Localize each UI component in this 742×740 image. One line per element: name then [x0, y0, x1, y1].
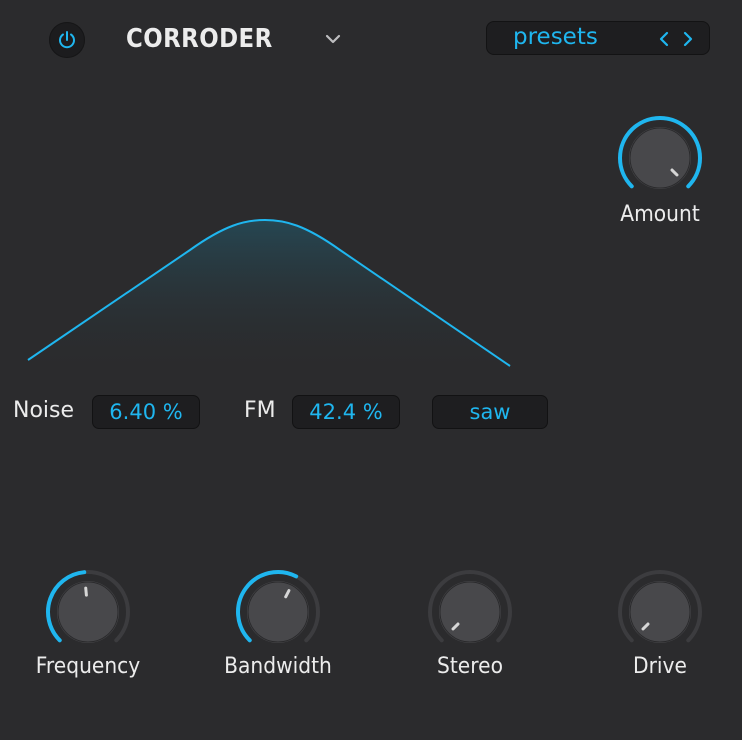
- frequency-label: Frequency: [35, 654, 141, 679]
- amount-knob[interactable]: [615, 113, 705, 203]
- chevron-down-icon[interactable]: [322, 30, 344, 48]
- drive-knob[interactable]: [615, 567, 705, 657]
- frequency-knob[interactable]: [43, 567, 133, 657]
- chevron-left-icon[interactable]: [657, 30, 671, 48]
- preset-browser[interactable]: presets: [486, 21, 710, 55]
- stereo-knob[interactable]: [425, 567, 515, 657]
- power-button[interactable]: [49, 22, 85, 58]
- spectrum-curve-display[interactable]: [0, 200, 560, 375]
- noise-label: Noise: [13, 398, 75, 423]
- waveform-selector[interactable]: saw: [432, 395, 548, 429]
- bandwidth-label: Bandwidth: [224, 654, 332, 679]
- presets-label: presets: [513, 24, 598, 50]
- fm-label: FM: [244, 398, 276, 423]
- amount-label: Amount: [620, 202, 700, 227]
- drive-label: Drive: [633, 654, 687, 679]
- plugin-title: CORRODER: [126, 24, 273, 54]
- noise-value-field[interactable]: 6.40 %: [92, 395, 200, 429]
- fm-value-field[interactable]: 42.4 %: [292, 395, 400, 429]
- chevron-right-icon[interactable]: [681, 30, 695, 48]
- stereo-label: Stereo: [437, 654, 503, 679]
- power-icon: [59, 31, 75, 49]
- curve-fill: [28, 220, 510, 366]
- bandwidth-knob[interactable]: [233, 567, 323, 657]
